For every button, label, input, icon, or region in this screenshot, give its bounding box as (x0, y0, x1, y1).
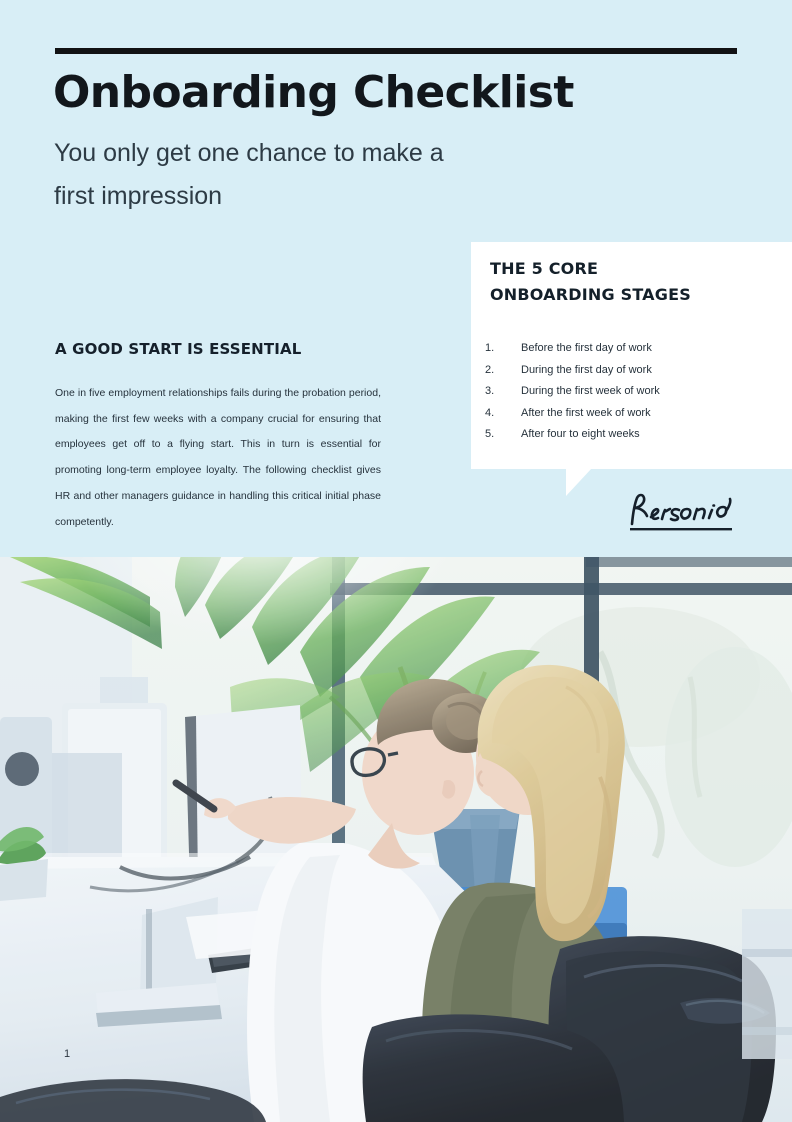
section-paragraph: One in five employment relationships fai… (55, 387, 381, 528)
list-item-number: 4. (485, 406, 495, 419)
list-item-label: After four to eight weeks (521, 428, 640, 440)
header-band: Onboarding Checklist You only get one ch… (0, 0, 792, 557)
list-item: 2. During the first day of work (485, 363, 780, 376)
logo-underline (630, 528, 732, 531)
list-item-number: 2. (485, 363, 495, 376)
section-heading: A GOOD START IS ESSENTIAL (55, 340, 302, 358)
page-title: Onboarding Checklist (53, 67, 574, 118)
list-item-label: After the first week of work (521, 406, 651, 419)
list-item-label: During the first day of work (521, 363, 652, 376)
list-item-number: 1. (485, 342, 495, 354)
list-item-number: 3. (485, 385, 495, 397)
callout-tail (566, 468, 592, 496)
callout-title: THE 5 CORE ONBOARDING STAGES (490, 259, 691, 304)
office-collaboration-photo (0, 557, 792, 1122)
page-number: 1 (64, 1048, 71, 1060)
callout-box: THE 5 CORE ONBOARDING STAGES 1. Before t… (471, 242, 792, 469)
list-item: 5. After four to eight weeks (485, 429, 780, 440)
hero-photo (0, 557, 792, 1122)
list-item: 3. During the first week of work (485, 386, 780, 397)
page-subtitle: You only get one chance to make a first … (54, 139, 444, 210)
callout-stage-list: 1. Before the first day of work 2. Durin… (485, 343, 780, 451)
list-item-number: 5. (485, 428, 495, 440)
list-item-label: Before the first day of work (521, 342, 652, 354)
personio-logo (624, 490, 742, 536)
title-rule (55, 48, 737, 54)
list-item-label: During the first week of work (521, 385, 660, 397)
document-page: Onboarding Checklist You only get one ch… (0, 0, 792, 1122)
personio-wordmark-icon (630, 493, 732, 531)
list-item: 4. After the first week of work (485, 406, 780, 419)
list-item: 1. Before the first day of work (485, 343, 780, 354)
